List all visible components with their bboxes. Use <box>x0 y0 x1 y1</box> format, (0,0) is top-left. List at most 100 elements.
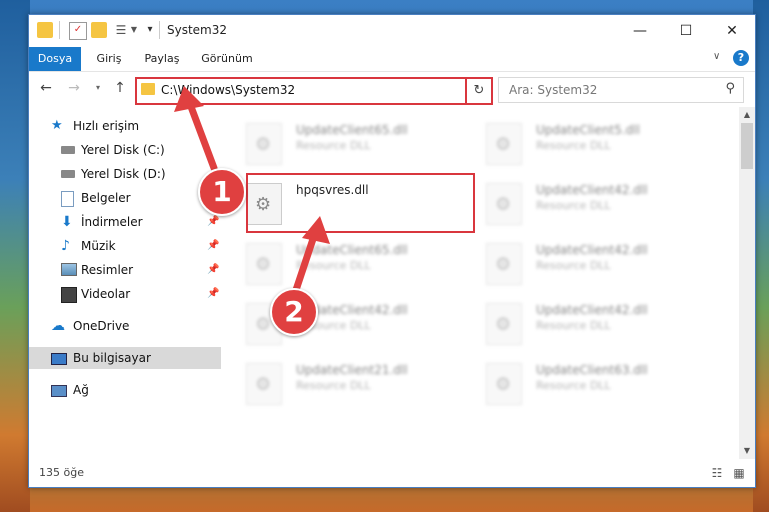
gear-icon: ⚙ <box>255 314 272 335</box>
navigation-bar: ← → ▾ ↑ C:\Windows\System32 ∨ ↻ Ara: Sys… <box>29 73 755 105</box>
sidebar-item-local-disk-d[interactable]: Yerel Disk (D:) <box>29 163 221 185</box>
sidebar-item-label: İndirmeler <box>81 215 143 229</box>
forward-arrow-icon[interactable]: → <box>65 79 83 97</box>
sidebar-item-onedrive[interactable]: ☁ OneDrive <box>29 315 221 337</box>
file-list: ⚙ UpdateClient65.dll Resource DLL ⚙ Upda… <box>222 107 738 457</box>
up-arrow-icon[interactable]: ↑ <box>111 79 129 97</box>
network-icon <box>51 385 67 397</box>
refresh-icon: ↻ <box>473 83 485 98</box>
list-item[interactable]: ⚙ UpdateClient5.dll Resource DLL <box>462 115 682 165</box>
maximize-button[interactable]: ☐ <box>663 15 709 47</box>
ribbon-tabs: Dosya Giriş Paylaş Görünüm ∨ ? <box>29 47 755 72</box>
titlebar-divider <box>159 21 160 39</box>
desktop-background-left <box>0 0 30 512</box>
gear-icon: ⚙ <box>495 374 512 395</box>
tab-giris[interactable]: Giriş <box>87 47 131 71</box>
title-bar: ✓ ☰ ▼ ▾ System32 — ☐ ✕ <box>29 15 755 47</box>
dll-file-icon: ⚙ <box>486 243 522 285</box>
file-type: Resource DLL <box>296 379 371 392</box>
expand-ribbon-icon[interactable]: ∨ <box>713 51 720 62</box>
titlebar-divider <box>59 21 60 39</box>
sidebar-item-label: Belgeler <box>81 191 131 205</box>
file-name: UpdateClient21.dll <box>296 363 408 377</box>
file-type: Resource DLL <box>296 139 371 152</box>
address-path[interactable]: C:\Windows\System32 <box>161 83 295 97</box>
address-bar[interactable]: C:\Windows\System32 ∨ <box>135 77 491 105</box>
vertical-scrollbar[interactable]: ▲ ▼ <box>739 107 755 459</box>
tab-gorunum[interactable]: Görünüm <box>195 47 259 71</box>
details-view-icon[interactable]: ☷ <box>709 466 725 480</box>
sidebar-item-quick-access[interactable]: ★ Hızlı erişim <box>29 115 221 137</box>
sidebar-item-music[interactable]: ♪ Müzik 📌 <box>29 235 221 257</box>
sidebar-item-local-disk-c[interactable]: Yerel Disk (C:) <box>29 139 221 161</box>
pin-icon[interactable]: 📌 <box>207 235 219 257</box>
file-name: UpdateClient42.dll <box>536 243 648 257</box>
file-name: UpdateClient5.dll <box>536 123 640 137</box>
file-type: Resource DLL <box>536 199 611 212</box>
download-icon: ⬇ <box>61 214 73 230</box>
sidebar-item-label: Hızlı erişim <box>73 119 140 133</box>
large-icons-view-icon[interactable]: ▦ <box>731 466 747 480</box>
sidebar-item-label: Yerel Disk (D:) <box>81 167 166 181</box>
dll-file-icon: ⚙ <box>246 243 282 285</box>
sidebar-item-label: Resimler <box>81 263 134 277</box>
dll-file-icon: ⚙ <box>246 363 282 405</box>
file-type: Resource DLL <box>296 259 371 272</box>
documents-icon <box>61 191 74 207</box>
callout-badge-2: 2 <box>270 288 318 336</box>
properties-icon[interactable]: ✓ <box>69 22 87 40</box>
dll-file-icon: ⚙ <box>486 123 522 165</box>
pictures-icon <box>61 263 77 276</box>
sidebar-item-videos[interactable]: Videolar 📌 <box>29 283 221 305</box>
dll-file-icon: ⚙ <box>246 123 282 165</box>
pin-icon[interactable]: 📌 <box>207 259 219 281</box>
pin-icon[interactable]: 📌 <box>207 283 219 305</box>
folder-icon <box>141 83 155 95</box>
sidebar-item-label: Müzik <box>81 239 116 253</box>
list-item[interactable]: ⚙ UpdateClient42.dll Resource DLL <box>222 295 442 345</box>
list-item[interactable]: ⚙ UpdateClient65.dll Resource DLL <box>222 115 442 165</box>
list-item[interactable]: ⚙ UpdateClient42.dll Resource DLL <box>462 235 682 285</box>
back-arrow-icon[interactable]: ← <box>37 79 55 97</box>
sidebar-item-pictures[interactable]: Resimler 📌 <box>29 259 221 281</box>
search-box[interactable]: Ara: System32 ⚲ <box>498 77 744 103</box>
folder-icon <box>37 22 53 38</box>
list-item[interactable]: ⚙ UpdateClient42.dll Resource DLL <box>462 175 682 225</box>
tab-paylas[interactable]: Paylaş <box>137 47 187 71</box>
sidebar-item-this-pc[interactable]: Bu bilgisayar <box>29 347 221 369</box>
file-highlight-box <box>246 173 475 233</box>
recent-locations-icon[interactable]: ▾ <box>89 79 107 97</box>
music-icon: ♪ <box>61 238 70 254</box>
list-item[interactable]: ⚙ UpdateClient42.dll Resource DLL <box>462 295 682 345</box>
search-placeholder[interactable]: Ara: System32 <box>509 83 597 97</box>
sidebar-item-downloads[interactable]: ⬇ İndirmeler 📌 <box>29 211 221 233</box>
sidebar-item-documents[interactable]: Belgeler 📌 <box>29 187 221 209</box>
close-button[interactable]: ✕ <box>709 15 755 47</box>
gear-icon: ⚙ <box>495 194 512 215</box>
scroll-down-icon[interactable]: ▼ <box>739 443 755 459</box>
callout-badge-1: 1 <box>198 168 246 216</box>
list-item[interactable]: ⚙ UpdateClient65.dll Resource DLL <box>222 235 442 285</box>
file-explorer-window: ✓ ☰ ▼ ▾ System32 — ☐ ✕ Dosya Giriş Payla… <box>28 14 756 488</box>
gear-icon: ⚙ <box>495 314 512 335</box>
list-item[interactable]: ⚙ UpdateClient21.dll Resource DLL <box>222 355 442 405</box>
scrollbar-thumb[interactable] <box>741 123 753 169</box>
chevron-down-icon[interactable]: ▼ <box>129 22 139 38</box>
gear-icon: ⚙ <box>255 254 272 275</box>
new-folder-icon[interactable] <box>91 22 107 38</box>
refresh-button[interactable]: ↻ <box>465 77 493 105</box>
help-icon[interactable]: ? <box>733 50 749 66</box>
dll-file-icon: ⚙ <box>486 183 522 225</box>
scroll-up-icon[interactable]: ▲ <box>739 107 755 123</box>
search-icon[interactable]: ⚲ <box>725 81 735 96</box>
tab-dosya[interactable]: Dosya <box>29 47 81 71</box>
file-type: Resource DLL <box>536 139 611 152</box>
status-bar: 135 öğe ☷ ▦ <box>29 461 755 485</box>
sidebar-item-network[interactable]: Ağ <box>29 379 221 401</box>
minimize-button[interactable]: — <box>617 15 663 47</box>
file-name: UpdateClient63.dll <box>536 363 648 377</box>
file-type: Resource DLL <box>536 259 611 272</box>
quick-access-toolbar-icon[interactable]: ☰ <box>113 22 129 38</box>
list-item[interactable]: ⚙ UpdateClient63.dll Resource DLL <box>462 355 682 405</box>
customize-toolbar-icon[interactable]: ▾ <box>145 22 155 38</box>
